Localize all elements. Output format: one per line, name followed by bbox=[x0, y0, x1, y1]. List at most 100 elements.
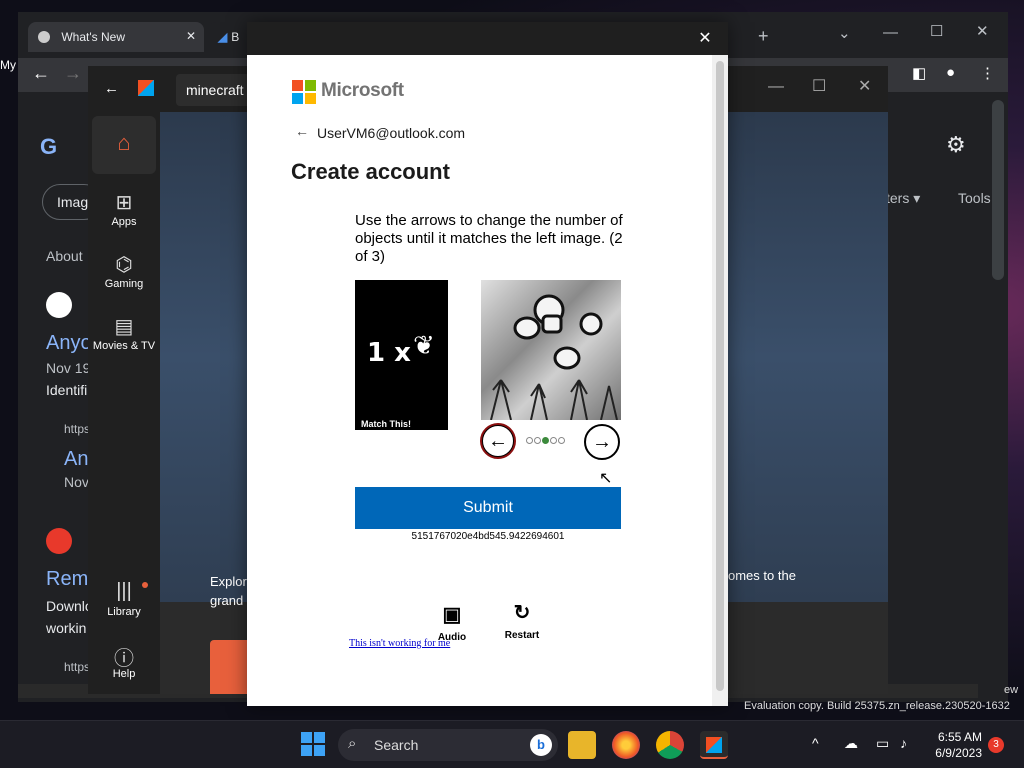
result-title-2[interactable]: An bbox=[64, 448, 88, 471]
sidepanel-icon[interactable]: ◧ bbox=[912, 64, 926, 82]
challenge-id: 5151767020e4bd545.9422694601 bbox=[411, 531, 565, 542]
maximize-button[interactable]: ☐ bbox=[812, 76, 826, 96]
site-favicon-red bbox=[46, 528, 72, 554]
progress-dots bbox=[526, 432, 566, 445]
taskbar-search[interactable]: ⌕ Search b bbox=[338, 729, 558, 761]
about-text: About bbox=[46, 248, 83, 264]
scrollbar-thumb[interactable] bbox=[716, 61, 724, 691]
close-window-button[interactable]: ✕ bbox=[858, 76, 871, 96]
tree-icon: ❦ bbox=[413, 330, 435, 360]
audio-button[interactable]: ▣ Audio bbox=[435, 602, 469, 643]
rail-help[interactable]: ⓘ Help bbox=[92, 636, 156, 694]
next-arrow-button[interactable]: → bbox=[584, 424, 620, 460]
taskbar: ⌕ Search b ^ ☁ ▭ ♪ 6:55 AM 6/9/2023 3 bbox=[0, 720, 1024, 768]
target-image: 1 x ❦ Match This! bbox=[355, 280, 448, 430]
match-label: Match This! bbox=[361, 419, 412, 429]
file-explorer-icon[interactable] bbox=[568, 731, 596, 759]
chrome-icon[interactable] bbox=[656, 731, 684, 759]
chrome-icon bbox=[38, 31, 50, 43]
store-search-input[interactable]: minecraft bbox=[176, 74, 256, 106]
back-icon[interactable]: ← bbox=[104, 80, 119, 97]
chrome-tab-second[interactable]: ◢ B bbox=[208, 22, 248, 52]
close-icon[interactable]: ✕ bbox=[186, 29, 196, 43]
edge-icon: ◢ bbox=[218, 30, 228, 44]
speaker-icon: ▣ bbox=[442, 604, 462, 626]
captcha-instructions: Use the arrows to change the number of o… bbox=[355, 212, 623, 265]
result-snippet-1: Identifi bbox=[46, 382, 88, 398]
google-logo-clip: G bbox=[40, 134, 58, 159]
target-count-text: 1 x bbox=[367, 338, 411, 368]
site-favicon bbox=[46, 292, 72, 318]
close-window-button[interactable]: ✕ bbox=[976, 22, 989, 40]
store-hero-text: Explor grand bbox=[210, 574, 247, 608]
result-date-1: Nov 19 bbox=[46, 360, 91, 376]
cloud-icon[interactable]: ☁ bbox=[844, 735, 858, 752]
submit-button[interactable]: Submit bbox=[355, 487, 621, 529]
tab-title: What's New bbox=[61, 30, 125, 44]
captcha-dialog: ✕ Microsoft ← UserVM6@outlook.com Create… bbox=[247, 22, 728, 706]
restart-button[interactable]: ↻ Restart bbox=[502, 600, 542, 641]
gear-icon[interactable]: ⚙ bbox=[946, 132, 966, 158]
not-working-link[interactable]: This isn't working for me bbox=[349, 638, 450, 649]
store-icon bbox=[138, 80, 154, 96]
mouse-cursor-icon: ↖ bbox=[599, 470, 613, 487]
windows-icon bbox=[301, 732, 325, 756]
close-icon[interactable]: ✕ bbox=[693, 28, 717, 50]
back-arrow-icon[interactable]: ← bbox=[295, 123, 309, 139]
restart-icon: ↻ bbox=[513, 602, 531, 624]
chevron-down-icon[interactable]: ⌄ bbox=[838, 24, 851, 42]
rail-gaming[interactable]: ⌬ Gaming bbox=[92, 246, 156, 304]
page-scrollbar[interactable] bbox=[992, 100, 1004, 280]
maximize-button[interactable]: ☐ bbox=[930, 22, 943, 40]
desktop-label-clip: My bbox=[0, 58, 16, 72]
progress-dot bbox=[534, 437, 541, 445]
chevron-up-icon[interactable]: ^ bbox=[812, 735, 819, 751]
menu-icon[interactable]: ⋮ bbox=[980, 64, 995, 82]
new-tab-button[interactable]: + bbox=[758, 26, 769, 47]
notification-badge[interactable]: 3 bbox=[988, 737, 1004, 753]
start-button[interactable] bbox=[300, 731, 328, 759]
result-date-2: Nov bbox=[64, 474, 89, 490]
result-snippet-3a: Downlo bbox=[46, 598, 93, 614]
forward-icon[interactable]: → bbox=[64, 63, 82, 84]
clock[interactable]: 6:55 AM 6/9/2023 bbox=[930, 729, 982, 761]
volume-icon[interactable]: ♪ bbox=[900, 735, 907, 751]
rail-home[interactable]: ⌂ bbox=[92, 116, 156, 174]
dialog-header: ✕ bbox=[247, 22, 728, 55]
network-icon[interactable]: ▭ bbox=[876, 735, 889, 752]
minimize-button[interactable]: — bbox=[883, 24, 898, 41]
back-icon[interactable]: ← bbox=[32, 63, 50, 84]
store-icon bbox=[706, 737, 722, 753]
bing-icon: b bbox=[530, 734, 552, 756]
dialog-scrollbar[interactable] bbox=[712, 55, 728, 706]
rail-movies[interactable]: ▤ Movies & TV bbox=[92, 308, 156, 366]
progress-dot bbox=[550, 437, 557, 445]
minimize-button[interactable]: — bbox=[768, 78, 784, 96]
rail-apps[interactable]: ⊞ Apps bbox=[92, 184, 156, 242]
tools-button[interactable]: Tools bbox=[958, 190, 991, 206]
firefox-icon[interactable] bbox=[612, 731, 640, 759]
result-title-1[interactable]: Anyo bbox=[46, 332, 92, 355]
brand-name: Microsoft bbox=[321, 80, 404, 101]
progress-dot bbox=[558, 437, 565, 445]
page-title: Create account bbox=[291, 159, 450, 184]
evaluation-watermark: Evaluation copy. Build 25375.zn_release.… bbox=[744, 700, 1010, 712]
profile-icon[interactable]: ● bbox=[946, 64, 955, 81]
result-url-2[interactable]: https bbox=[64, 422, 90, 436]
chrome-tab-whats-new[interactable]: What's New ✕ bbox=[28, 22, 204, 52]
search-icon: ⌕ bbox=[348, 735, 357, 752]
store-nav-rail: ⌂ ⊞ Apps ⌬ Gaming ▤ Movies & TV ||| Libr… bbox=[88, 112, 160, 694]
account-email: UserVM6@outlook.com bbox=[317, 125, 466, 141]
filters-clip[interactable]: ters ▾ bbox=[886, 190, 920, 207]
result-snippet-3b: workin bbox=[46, 620, 87, 636]
progress-dot-active bbox=[542, 437, 549, 445]
notification-dot bbox=[142, 582, 148, 588]
result-url-3[interactable]: https bbox=[64, 660, 90, 674]
previous-arrow-button[interactable]: ← bbox=[480, 423, 516, 459]
puzzle-scene bbox=[490, 294, 618, 420]
store-hero-button[interactable] bbox=[210, 640, 250, 694]
puzzle-image bbox=[481, 280, 621, 420]
rail-library[interactable]: ||| Library bbox=[92, 574, 156, 632]
store-taskbar-icon[interactable] bbox=[700, 731, 728, 759]
gamepad-icon: ⌬ bbox=[115, 254, 133, 276]
